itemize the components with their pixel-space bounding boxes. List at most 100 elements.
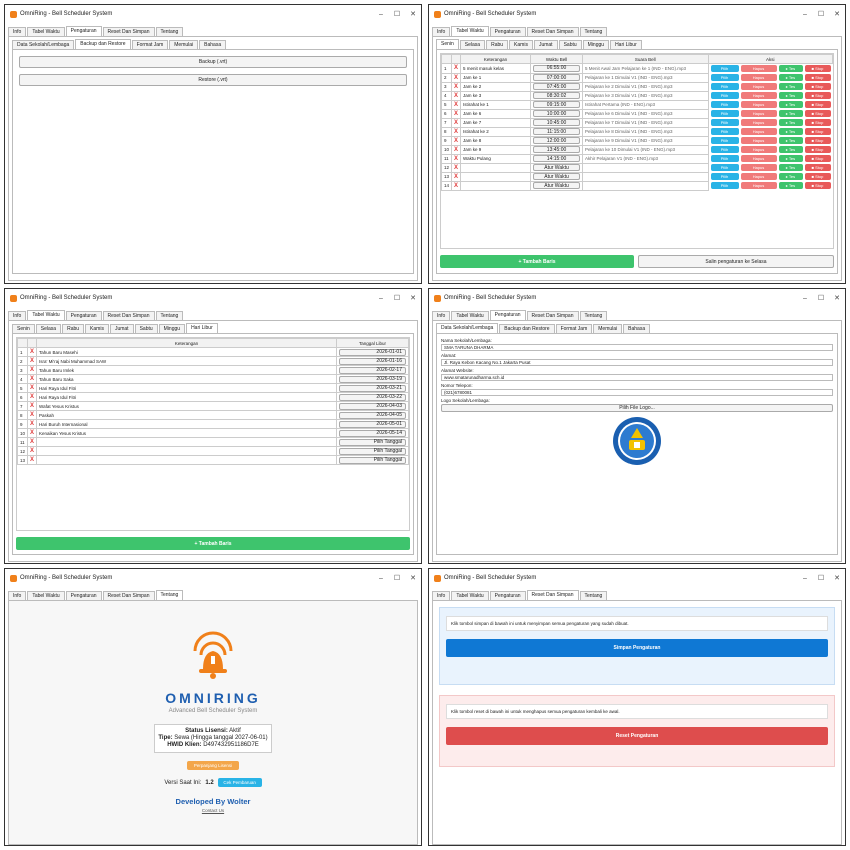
day-tab-hari-libur[interactable]: Hari Libur — [610, 40, 642, 49]
pilih-button[interactable]: Pilih — [710, 146, 739, 153]
hapus-button[interactable]: Hapus — [740, 146, 777, 153]
stop-button[interactable]: ■ Stop — [804, 74, 831, 81]
tab-tabel-waktu[interactable]: Tabel Waktu — [451, 311, 489, 320]
date-button[interactable]: 2026-04-03 — [339, 402, 406, 410]
tab-reset-simpan[interactable]: Reset Dan Simpan — [526, 27, 579, 36]
row-keterangan[interactable]: Kenaikan Yesus Kristus — [36, 428, 337, 438]
pilih-button[interactable]: Pilih — [710, 101, 739, 108]
delete-row-icon[interactable]: X — [27, 347, 38, 357]
stop-button[interactable]: ■ Stop — [804, 92, 831, 99]
time-button[interactable]: 13:45:00 — [533, 146, 581, 153]
choose-logo-button[interactable]: Pilih File Logo... — [441, 404, 833, 412]
delete-row-icon[interactable]: X — [27, 437, 38, 447]
maximize-button[interactable]: ☐ — [389, 294, 405, 302]
save-settings-button[interactable]: Simpan Pengaturan — [446, 639, 828, 657]
tab-pengaturan[interactable]: Pengaturan — [489, 591, 526, 600]
day-tab-kamis[interactable]: Kamis — [85, 324, 109, 333]
tab-pengaturan[interactable]: Pengaturan — [65, 311, 102, 320]
delete-row-icon[interactable]: X — [451, 63, 462, 74]
row-sound[interactable]: Pelajaran ke 2 Dimulai V1 (IND - ENG).mp… — [582, 81, 709, 92]
tab-tentang[interactable]: Tentang — [155, 590, 184, 600]
row-keterangan[interactable]: Hari Buruh Internasional — [36, 419, 337, 429]
delete-row-icon[interactable]: X — [451, 108, 462, 119]
test-button[interactable]: ▸ Tes — [778, 92, 803, 99]
subtab-memulai[interactable]: Memulai — [593, 324, 623, 333]
row-keterangan[interactable]: Istirahat ke 1 — [460, 99, 532, 110]
time-button[interactable]: 12:00:00 — [533, 137, 581, 144]
tab-info[interactable]: Info — [8, 591, 27, 600]
tab-reset-simpan[interactable]: Reset Dan Simpan — [526, 311, 579, 320]
tab-tabel-waktu[interactable]: Tabel Waktu — [27, 310, 65, 320]
date-button[interactable]: Pilih Tanggal — [339, 447, 406, 455]
delete-row-icon[interactable]: X — [27, 455, 38, 465]
tab-tabel-waktu[interactable]: Tabel Waktu — [27, 591, 65, 600]
delete-row-icon[interactable]: X — [451, 180, 462, 191]
date-button[interactable]: 2026-04-05 — [339, 411, 406, 419]
row-sound[interactable]: Akhir Pelajaran V1 (IND - ENG).mp3 — [582, 153, 709, 164]
test-button[interactable]: ▸ Tes — [778, 119, 803, 126]
test-button[interactable]: ▸ Tes — [778, 137, 803, 144]
hapus-button[interactable]: Hapus — [740, 155, 777, 162]
row-keterangan[interactable]: Jam ke 9 — [460, 144, 532, 155]
delete-row-icon[interactable]: X — [27, 401, 38, 411]
hapus-button[interactable]: Hapus — [740, 83, 777, 90]
date-button[interactable]: 2026-01-16 — [339, 357, 406, 365]
subtab-memulai[interactable]: Memulai — [169, 40, 199, 49]
test-button[interactable]: ▸ Tes — [778, 65, 803, 72]
day-tab-selasa[interactable]: Selasa — [459, 40, 486, 49]
row-sound[interactable] — [582, 171, 709, 182]
row-sound[interactable]: Pelajaran ke 7 Dimulai V1 (IND - ENG).mp… — [582, 117, 709, 128]
delete-row-icon[interactable]: X — [27, 392, 38, 402]
pilih-button[interactable]: Pilih — [710, 155, 739, 162]
pilih-button[interactable]: Pilih — [710, 83, 739, 90]
tab-pengaturan[interactable]: Pengaturan — [489, 310, 526, 320]
time-button[interactable]: 11:15:00 — [533, 128, 581, 135]
test-button[interactable]: ▸ Tes — [778, 110, 803, 117]
tab-info[interactable]: Info — [8, 311, 27, 320]
tab-reset-simpan[interactable]: Reset Dan Simpan — [102, 311, 155, 320]
row-keterangan[interactable]: Waktu Pulang — [460, 153, 532, 164]
stop-button[interactable]: ■ Stop — [804, 146, 831, 153]
pilih-button[interactable]: Pilih — [710, 173, 739, 180]
delete-row-icon[interactable]: X — [451, 135, 462, 146]
tab-info[interactable]: Info — [432, 27, 451, 36]
hapus-button[interactable]: Hapus — [740, 74, 777, 81]
test-button[interactable]: ▸ Tes — [778, 146, 803, 153]
row-keterangan[interactable]: Jam ke 8 — [460, 135, 532, 146]
pilih-button[interactable]: Pilih — [710, 128, 739, 135]
test-button[interactable]: ▸ Tes — [778, 83, 803, 90]
delete-row-icon[interactable]: X — [27, 419, 38, 429]
day-tab-selasa[interactable]: Selasa — [35, 324, 62, 333]
website-field[interactable]: www.smatarunadharma.sch.id — [441, 374, 833, 381]
day-tab-rabu[interactable]: Rabu — [486, 40, 509, 49]
address-field[interactable]: Jl. Raya Kebon Kacang No.1 Jakarta Pusat — [441, 359, 833, 366]
row-keterangan[interactable]: Tahun Baru Masehi — [36, 347, 337, 357]
hapus-button[interactable]: Hapus — [740, 110, 777, 117]
tab-tabel-waktu[interactable]: Tabel Waktu — [451, 591, 489, 600]
pilih-button[interactable]: Pilih — [710, 65, 739, 72]
delete-row-icon[interactable]: X — [451, 144, 462, 155]
tab-tentang[interactable]: Tentang — [155, 311, 184, 320]
tab-tentang[interactable]: Tentang — [579, 311, 608, 320]
tab-info[interactable]: Info — [8, 27, 27, 36]
day-tab-rabu[interactable]: Rabu — [62, 324, 85, 333]
day-tab-senin[interactable]: Senin — [12, 324, 35, 333]
tab-pengaturan[interactable]: Pengaturan — [65, 26, 102, 36]
row-keterangan[interactable]: Paskah — [36, 410, 337, 420]
minimize-button[interactable]: – — [373, 295, 389, 302]
row-keterangan[interactable] — [460, 162, 532, 173]
test-button[interactable]: ▸ Tes — [778, 101, 803, 108]
stop-button[interactable]: ■ Stop — [804, 182, 831, 189]
delete-row-icon[interactable]: X — [451, 171, 462, 182]
minimize-button[interactable]: – — [797, 11, 813, 18]
date-button[interactable]: Pilih Tanggal — [339, 456, 406, 464]
close-button[interactable]: ✕ — [829, 294, 845, 302]
tab-reset-simpan[interactable]: Reset Dan Simpan — [102, 591, 155, 600]
hapus-button[interactable]: Hapus — [740, 173, 777, 180]
date-button[interactable]: 2026-03-19 — [339, 375, 406, 383]
row-sound[interactable]: Pelajaran ke 1 Dimulai V1 (IND - ENG).mp… — [582, 72, 709, 83]
row-keterangan[interactable] — [460, 180, 532, 191]
delete-row-icon[interactable]: X — [27, 356, 38, 366]
pilih-button[interactable]: Pilih — [710, 119, 739, 126]
time-button[interactable]: 10:00:00 — [533, 110, 581, 117]
